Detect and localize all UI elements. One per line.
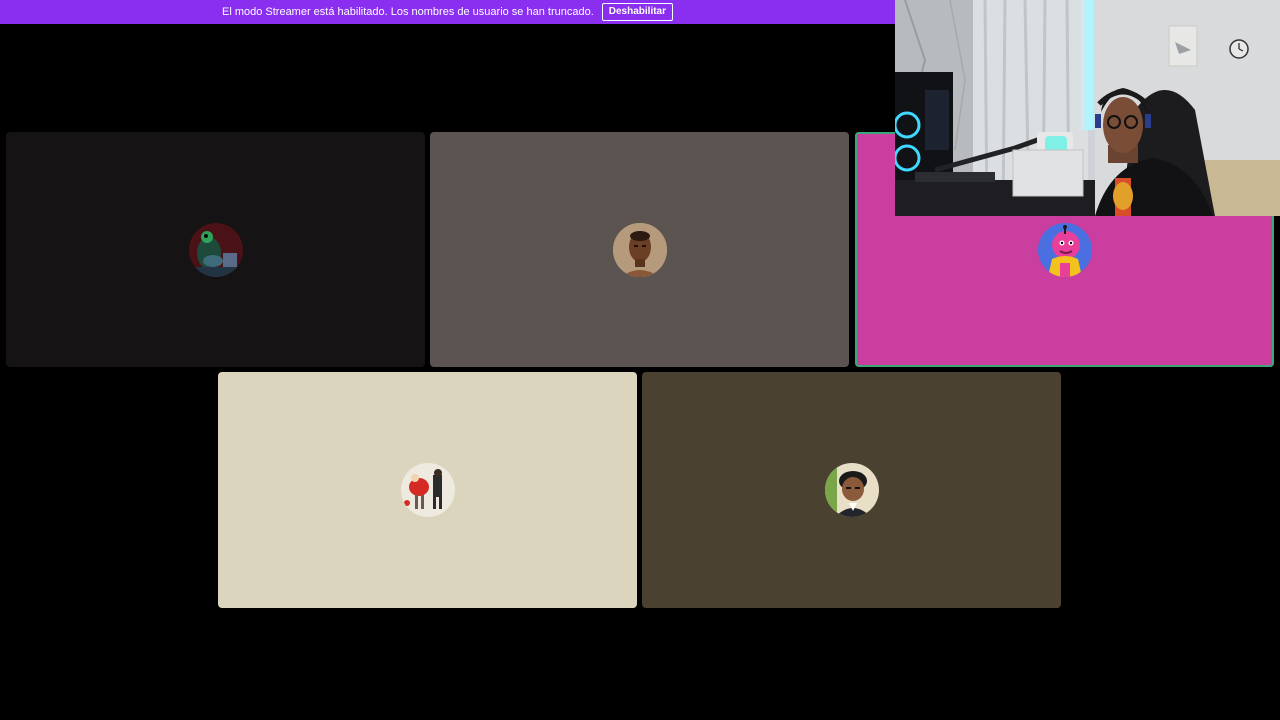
- participant-tile-5[interactable]: [642, 372, 1061, 608]
- webcam-overlay: [895, 0, 1280, 216]
- man-portrait-avatar-icon: [612, 222, 667, 277]
- voice-call-stage: El modo Streamer está habilitado. Los no…: [0, 0, 1280, 720]
- participant-tile-1[interactable]: [6, 132, 425, 367]
- streamer-mode-notice-text: El modo Streamer está habilitado. Los no…: [221, 6, 594, 18]
- streamer-mode-notice: El modo Streamer está habilitado. Los no…: [0, 0, 895, 24]
- participant-tile-4[interactable]: [218, 372, 637, 608]
- frog-avatar-icon: [188, 222, 243, 277]
- disable-streamer-mode-button[interactable]: Deshabilitar: [601, 3, 674, 21]
- participant-tile-2[interactable]: [430, 132, 849, 367]
- webcam-feed: [895, 0, 1280, 216]
- anime-boy-avatar-icon: [824, 463, 879, 517]
- cartoon-duo-avatar-icon: [400, 463, 455, 517]
- pink-cartoon-avatar-icon: [1037, 222, 1092, 277]
